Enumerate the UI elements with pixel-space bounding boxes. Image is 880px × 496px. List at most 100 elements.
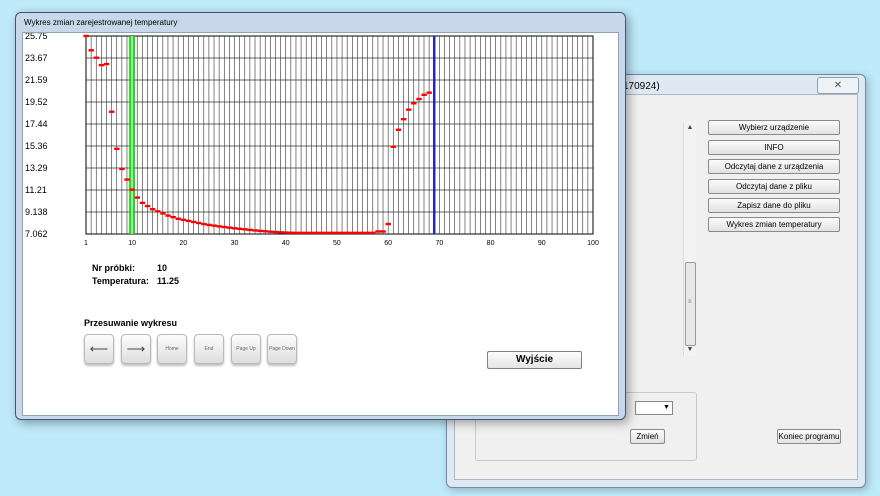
data-point: [216, 225, 222, 228]
data-point: [313, 231, 320, 235]
right-arrow-icon: ⟶: [126, 341, 146, 356]
data-point: [375, 230, 381, 233]
data-point: [134, 196, 141, 199]
sample-label: Nr próbki:: [92, 263, 136, 273]
main-window-title: 170924): [623, 81, 660, 92]
data-point: [139, 201, 146, 205]
y-tick-label: 21.59: [25, 75, 48, 85]
page-down-key-label: Page Down: [269, 346, 295, 352]
data-point: [421, 93, 427, 97]
page-up-button[interactable]: Page Up: [231, 334, 261, 364]
close-button[interactable]: ✕: [817, 77, 859, 94]
page-up-key-label: Page Up: [236, 346, 256, 352]
x-tick-label: 60: [384, 240, 392, 247]
data-point: [319, 231, 325, 235]
y-tick-label: 15.36: [25, 141, 48, 151]
data-point: [370, 231, 376, 235]
data-point: [252, 229, 258, 232]
data-point: [83, 34, 89, 38]
data-point: [129, 188, 135, 191]
end-button[interactable]: End: [194, 334, 224, 364]
data-point: [93, 56, 100, 59]
data-point: [109, 110, 115, 113]
data-point: [237, 227, 243, 231]
y-tick-label: 17.44: [25, 119, 48, 129]
chart-window-title: Wykres zmian zarejestrowanej temperatury: [24, 18, 178, 27]
home-button[interactable]: Home: [157, 334, 187, 364]
data-point: [395, 128, 402, 131]
data-point: [247, 228, 253, 232]
x-tick-label: 100: [587, 240, 599, 247]
scroll-left-button[interactable]: ⟵: [84, 334, 114, 364]
data-point: [150, 208, 156, 211]
data-point: [88, 49, 94, 52]
data-point: [160, 212, 166, 215]
data-point: [344, 231, 350, 235]
read-file-button[interactable]: Odczytaj dane z pliku: [708, 179, 840, 194]
y-tick-label: 9.138: [25, 207, 48, 217]
y-tick-label: 13.29: [25, 163, 48, 173]
data-point: [329, 231, 335, 235]
y-tick-label: 19.52: [25, 97, 48, 107]
data-point: [231, 227, 238, 230]
data-point: [416, 97, 422, 101]
exit-program-button[interactable]: Koniec programu: [777, 429, 841, 444]
data-point: [308, 231, 315, 235]
x-tick-label: 50: [333, 240, 341, 247]
exit-button[interactable]: Wyjście: [487, 351, 582, 369]
scroll-right-button[interactable]: ⟶: [121, 334, 151, 364]
data-point: [298, 231, 304, 235]
data-point: [426, 91, 432, 94]
data-point: [103, 62, 110, 66]
chevron-down-icon[interactable]: ▼: [662, 403, 671, 412]
data-point: [406, 108, 412, 111]
temperature-value: 11.25: [157, 276, 180, 286]
scroll-down-icon[interactable]: ▼: [684, 344, 696, 356]
data-point: [170, 215, 176, 219]
data-point: [221, 225, 228, 229]
cursor-line-core: [131, 36, 133, 234]
data-point: [114, 147, 120, 151]
data-point: [206, 223, 212, 227]
data-point: [272, 230, 279, 234]
device-combo[interactable]: ▼: [635, 401, 673, 415]
y-tick-label: 23.67: [25, 53, 48, 63]
chart-window: Wykres zmian zarejestrowanej temperatury…: [15, 12, 626, 420]
read-device-button[interactable]: Odczytaj dane z urządzenia: [708, 159, 840, 174]
data-point: [242, 228, 248, 231]
data-point: [380, 230, 386, 233]
x-tick-label: 1: [84, 240, 88, 247]
data-point: [267, 230, 274, 233]
y-tick-label: 11.21: [25, 185, 47, 195]
x-tick-label: 90: [538, 240, 546, 247]
data-point: [354, 231, 361, 235]
data-point: [226, 226, 233, 229]
scroll-up-icon[interactable]: ▲: [684, 122, 696, 134]
temperature-chart-button[interactable]: Wykres zmian temperatury: [708, 217, 840, 232]
end-key-label: End: [204, 346, 214, 352]
data-point: [349, 231, 356, 235]
list-scrollbar[interactable]: ▲ ≡ ▼: [683, 122, 696, 356]
data-point: [155, 210, 161, 213]
page-down-button[interactable]: Page Down: [267, 334, 297, 364]
x-tick-label: 80: [487, 240, 495, 247]
data-point: [175, 217, 181, 220]
data-point: [180, 218, 187, 222]
select-device-button[interactable]: Wybierz urządzenie: [708, 120, 840, 135]
save-file-button[interactable]: Zapisz dane do pliku: [708, 198, 840, 213]
data-point: [390, 145, 397, 148]
x-tick-label: 20: [179, 240, 187, 247]
change-button[interactable]: Zmień: [630, 429, 665, 444]
data-point: [165, 214, 171, 217]
data-point: [334, 231, 340, 235]
data-point: [211, 224, 217, 227]
temperature-chart[interactable]: 25.75 23.67 21.59 19.52 17.44 15.36 13.29 11.21…: [23, 33, 618, 273]
data-point: [339, 231, 345, 235]
data-point: [400, 117, 407, 121]
scroll-thumb[interactable]: ≡: [685, 262, 696, 346]
grip-icon: ≡: [688, 299, 692, 305]
info-button[interactable]: INFO: [708, 140, 840, 155]
scroll-section-title: Przesuwanie wykresu: [84, 318, 178, 328]
x-tick-label: 30: [231, 240, 239, 247]
data-point: [201, 222, 207, 226]
